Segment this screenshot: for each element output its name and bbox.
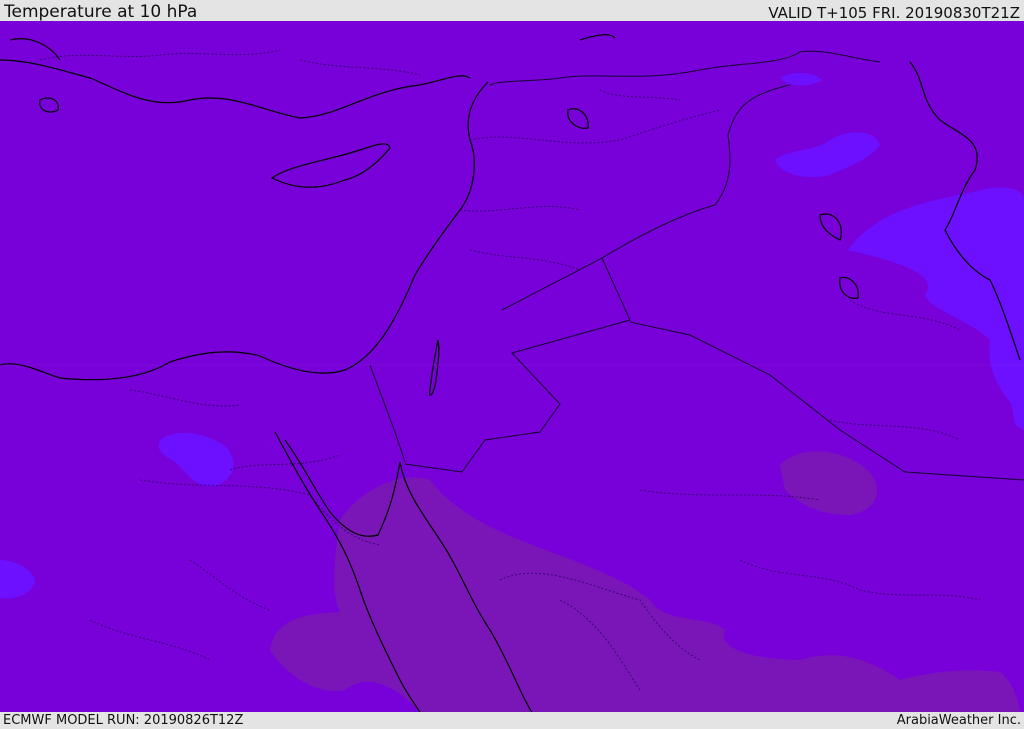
- header-bar: Temperature at 10 hPa VALID T+105 FRI. 2…: [0, 0, 1024, 22]
- map-title: Temperature at 10 hPa: [4, 2, 198, 22]
- map-canvas: [0, 21, 1024, 712]
- credit-label: ArabiaWeather Inc.: [896, 713, 1021, 728]
- valid-time: VALID T+105 FRI. 20190830T21Z: [768, 4, 1020, 22]
- footer-bar: ECMWF MODEL RUN: 20190826T12Z ArabiaWeat…: [0, 712, 1024, 729]
- weather-map: [0, 21, 1024, 712]
- model-run-label: ECMWF MODEL RUN: 20190826T12Z: [3, 713, 244, 728]
